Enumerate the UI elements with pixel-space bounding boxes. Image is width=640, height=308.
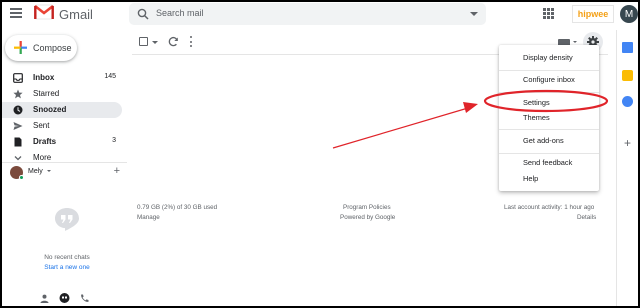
- menu-divider: [499, 70, 599, 71]
- no-recent-chats-text: No recent chats: [44, 254, 90, 261]
- menu-divider: [499, 129, 599, 130]
- clock-icon: [13, 105, 23, 115]
- calendar-icon[interactable]: [622, 42, 633, 53]
- compose-label: Compose: [33, 43, 72, 53]
- search-icon[interactable]: [137, 8, 149, 20]
- top-header: Gmail Search mail hipwee M: [2, 2, 638, 28]
- start-new-chat-link[interactable]: Start a new one: [2, 264, 132, 271]
- activity-details-link[interactable]: Details: [577, 214, 596, 221]
- inbox-count: 145: [104, 73, 116, 80]
- menu-item-configure-inbox[interactable]: Configure inbox: [499, 72, 599, 88]
- tasks-icon[interactable]: [622, 96, 633, 107]
- app-name: Gmail: [59, 7, 93, 22]
- hangouts-user[interactable]: Mely +: [10, 165, 122, 180]
- add-chat-icon[interactable]: +: [114, 165, 120, 177]
- gmail-logo-icon: [34, 4, 54, 20]
- keep-icon[interactable]: [622, 70, 633, 81]
- menu-item-help[interactable]: Help: [499, 171, 599, 187]
- annotation-arrow-line: [332, 107, 469, 149]
- account-brand-badge[interactable]: hipwee: [572, 5, 614, 23]
- sidebar-item-snoozed[interactable]: Snoozed: [2, 102, 122, 118]
- sidebar-item-sent[interactable]: Sent: [2, 118, 122, 134]
- menu-item-send-feedback[interactable]: Send feedback: [499, 155, 599, 171]
- sidebar-item-label: Drafts: [33, 137, 57, 146]
- compose-plus-icon: [14, 41, 27, 54]
- program-policies-link[interactable]: Program Policies: [343, 204, 391, 211]
- sidebar-item-label: More: [33, 153, 52, 162]
- sidebar-item-label: Snoozed: [33, 105, 67, 114]
- more-options-icon[interactable]: [190, 36, 193, 47]
- inbox-icon: [13, 73, 23, 83]
- menu-item-settings[interactable]: Settings: [499, 95, 599, 111]
- search-input[interactable]: Search mail: [156, 8, 204, 18]
- star-icon: [13, 89, 23, 99]
- search-options-dropdown-icon[interactable]: [470, 12, 478, 16]
- add-ons-plus-icon[interactable]: +: [622, 137, 633, 149]
- user-dropdown-icon[interactable]: [47, 170, 51, 172]
- phone-icon[interactable]: [80, 294, 89, 303]
- google-apps-icon[interactable]: [543, 8, 554, 19]
- hangouts-quote-icon: [55, 208, 79, 231]
- hangouts-user-name: Mely: [28, 168, 43, 175]
- select-dropdown-icon[interactable]: [152, 41, 158, 44]
- sidebar-divider: [2, 162, 127, 163]
- refresh-icon[interactable]: [168, 36, 179, 47]
- hangouts-chat-icon[interactable]: [59, 293, 70, 304]
- menu-item-display-density[interactable]: Display density: [499, 50, 599, 66]
- contacts-person-icon[interactable]: [40, 294, 49, 303]
- manage-storage-link[interactable]: Manage: [137, 214, 160, 221]
- online-status-icon: [19, 175, 24, 180]
- send-icon: [13, 122, 23, 130]
- annotation-arrowhead: [463, 102, 478, 113]
- sidebar-item-drafts[interactable]: Drafts 3: [2, 134, 122, 150]
- storage-usage: 0.79 GB (2%) of 30 GB used: [137, 204, 218, 211]
- sidebar-item-label: Sent: [33, 121, 50, 130]
- drafts-count: 3: [112, 137, 116, 144]
- sidebar-item-label: Inbox: [33, 73, 55, 82]
- sidebar-item-label: Starred: [33, 89, 60, 98]
- keyboard-dropdown-icon[interactable]: [573, 41, 577, 43]
- search-bar[interactable]: Search mail: [129, 3, 486, 25]
- last-activity-text: Last account activity: 1 hour ago: [504, 204, 595, 211]
- sidebar-item-more[interactable]: More: [2, 150, 122, 166]
- draft-icon: [14, 137, 22, 147]
- hangouts-bottom-bar: [40, 293, 90, 304]
- main-menu-icon[interactable]: [10, 8, 22, 18]
- settings-menu: Display density Configure inbox Settings…: [499, 45, 599, 191]
- gmail-window: Gmail Search mail hipwee M Compose Inbox…: [2, 2, 638, 306]
- side-panel-strip: +: [616, 30, 638, 306]
- sidebar-item-inbox[interactable]: Inbox 145: [2, 70, 122, 86]
- select-all-checkbox[interactable]: [139, 37, 148, 46]
- compose-button[interactable]: Compose: [5, 35, 77, 61]
- powered-by-google: Powered by Google: [340, 214, 396, 221]
- sidebar-item-starred[interactable]: Starred: [2, 86, 122, 102]
- account-avatar[interactable]: M: [620, 5, 638, 23]
- menu-divider: [499, 153, 599, 154]
- menu-item-get-add-ons[interactable]: Get add-ons: [499, 133, 599, 149]
- menu-divider: [499, 92, 599, 93]
- menu-item-themes[interactable]: Themes: [499, 110, 599, 126]
